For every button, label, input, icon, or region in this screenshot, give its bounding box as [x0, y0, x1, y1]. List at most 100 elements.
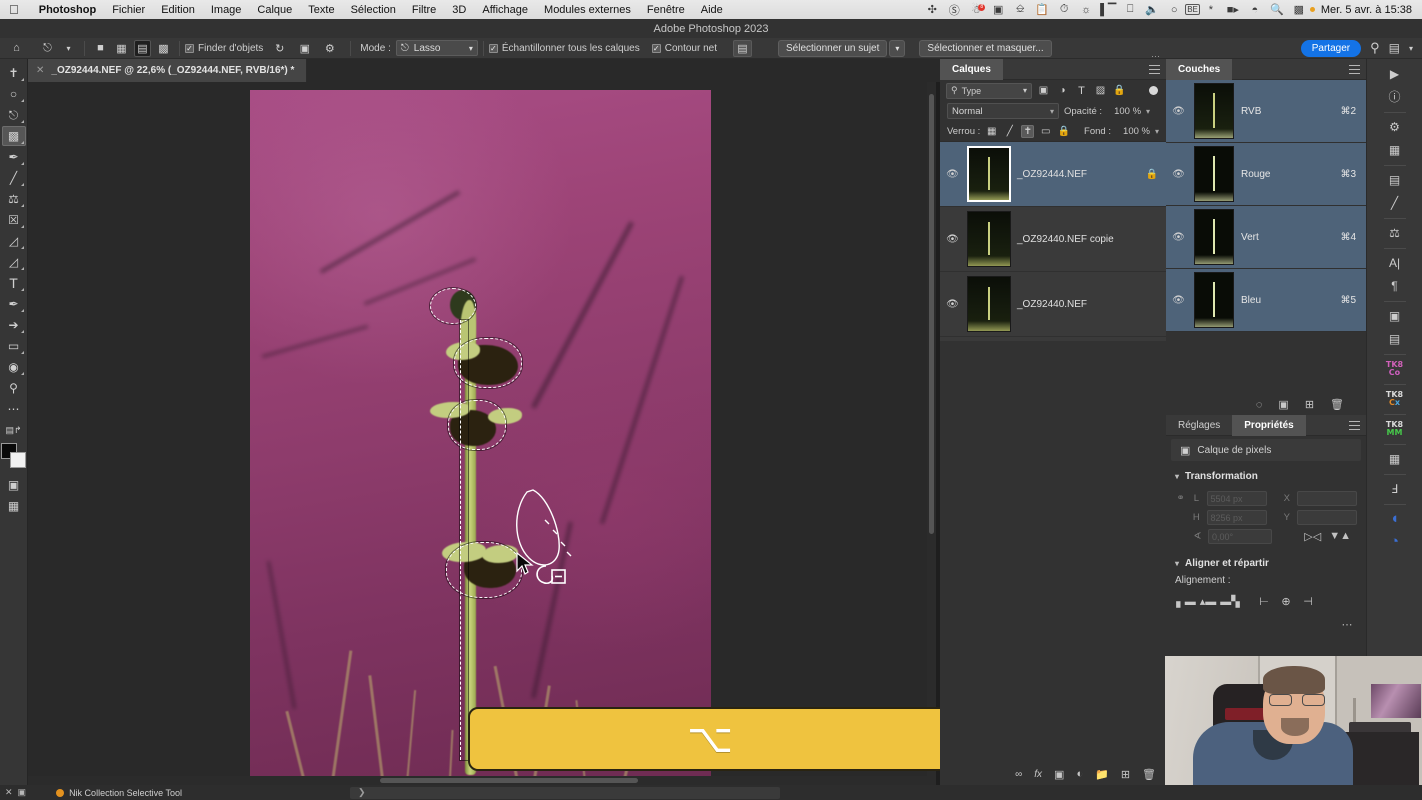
align-vertical-centers-icon[interactable]: ⊕ [1275, 592, 1297, 610]
layer-visibility-icon[interactable]: 👁 [944, 234, 961, 245]
lasso-tool[interactable]: ⎋ [2, 105, 26, 125]
quick-mask-icon[interactable]: ▣ [2, 475, 26, 495]
blue-pie-icon[interactable]: ◔ [1383, 531, 1407, 552]
search-spotlight-alt-icon[interactable]: ☼ [1075, 4, 1097, 16]
section-transformation-header[interactable]: ▾ Transformation [1166, 467, 1366, 485]
spotlight-icon[interactable]: 🔍 [1266, 3, 1288, 16]
new-layer-icon[interactable]: ⊞ [1121, 768, 1130, 781]
save-selection-as-channel-icon[interactable]: ▣ [1278, 398, 1288, 411]
background-color-swatch[interactable] [9, 452, 26, 468]
new-group-icon[interactable]: 📁 [1095, 768, 1109, 781]
path-selection-tool[interactable]: ➔ [2, 315, 26, 335]
volume-icon[interactable]: 🔈 [1141, 3, 1163, 16]
channel-row[interactable]: 👁 Bleu ⌘5 [1166, 269, 1366, 332]
layer-filter-select[interactable]: ⚲ Type ▾ [946, 82, 1032, 99]
layer-visibility-icon[interactable]: 👁 [944, 299, 961, 310]
layer-thumbnail[interactable] [967, 276, 1011, 332]
chevron-down-icon[interactable]: ▾ [1409, 44, 1413, 53]
gradient-tool[interactable]: ◿ [2, 252, 26, 272]
object-finder-checkbox[interactable]: ✓ Finder d'objets [185, 43, 263, 54]
layer-name[interactable]: _OZ92440.NEF copie [1017, 234, 1158, 245]
apple-logo-icon[interactable]:  [9, 3, 19, 16]
blue-circle-icon[interactable]: ◖ [1383, 508, 1407, 529]
width-field[interactable]: 5504 px [1206, 491, 1267, 506]
align-horizontal-centers-icon[interactable]: ▴▬ [1197, 592, 1219, 610]
brush-options-icon[interactable]: ▤ [733, 39, 752, 57]
close-icon[interactable]: ✕ [36, 65, 44, 76]
chevron-down-icon[interactable]: ▾ [1155, 127, 1159, 136]
channel-thumbnail[interactable] [1194, 272, 1234, 328]
canvas-area[interactable] [28, 82, 936, 785]
eraser-tool[interactable]: ◿ [2, 231, 26, 251]
menu-filtre[interactable]: Filtre [404, 4, 444, 16]
channel-visibility-icon[interactable]: 👁 [1170, 169, 1187, 180]
layer-name[interactable]: _OZ92440.NEF [1017, 299, 1158, 310]
filter-shape-icon[interactable]: ▨ [1093, 83, 1108, 98]
libraries-icon[interactable]: ▣ [1383, 305, 1407, 326]
layer-thumbnail[interactable] [967, 146, 1011, 202]
play-actions-icon[interactable]: ▶ [1383, 63, 1407, 84]
new-channel-icon[interactable]: ⊞ [1305, 398, 1314, 411]
healing-brush-tool[interactable]: ✒ [2, 147, 26, 167]
align-right-edges-icon[interactable]: ▬▚ [1219, 592, 1241, 610]
vpn-icon[interactable]: ✣ [921, 3, 943, 16]
refresh-icon[interactable]: ↻ [271, 40, 288, 57]
scrollbar-thumb[interactable] [929, 94, 934, 534]
tk-mm-icon[interactable]: TK8 MM [1383, 418, 1407, 439]
subtract-from-selection-icon[interactable]: ▤ [134, 39, 151, 57]
document-image[interactable] [250, 90, 711, 784]
menu-app-name[interactable]: Photoshop [31, 4, 104, 16]
lock-all-icon[interactable]: 🔒 [1057, 125, 1070, 138]
mode-select[interactable]: ⎋ Lasso ▾ [395, 40, 478, 56]
color-swatches[interactable] [0, 443, 27, 469]
zoom-tool[interactable]: ⚲ [2, 378, 26, 398]
screen-record-icon[interactable]: ▣ [987, 3, 1009, 16]
clone-stamp-tool[interactable]: ⚖ [2, 189, 26, 209]
height-field[interactable]: 8256 px [1206, 510, 1267, 525]
history-brush-tool[interactable]: ☒ [2, 210, 26, 230]
adjustment-layer-icon[interactable]: ◐ [1076, 768, 1083, 780]
flip-vertical-icon[interactable]: ▼▲ [1329, 530, 1351, 543]
lock-image-icon[interactable]: ╱ [1003, 125, 1016, 138]
tab-calques[interactable]: Calques [940, 58, 1003, 80]
sharp-edge-checkbox[interactable]: ✓ Contour net [651, 43, 717, 54]
add-to-selection-icon[interactable]: ▦ [113, 40, 130, 57]
notes-icon[interactable]: ▤ [1383, 328, 1407, 349]
home-icon[interactable]: ⌂ [8, 40, 25, 57]
workspace-icon[interactable]: ▤ [1389, 41, 1400, 55]
menu-affichage[interactable]: Affichage [474, 4, 536, 16]
tk-color-icon[interactable]: TK8 Co [1383, 358, 1407, 379]
clone-source-icon[interactable]: ⚖ [1383, 222, 1407, 243]
load-channel-as-selection-icon[interactable]: ◌ [1256, 399, 1263, 411]
search-icon[interactable]: ⚲ [1370, 40, 1380, 56]
lasso-tool-preset-icon[interactable]: ⎋ [39, 40, 56, 57]
close-panel-icon[interactable]: ✕ [5, 787, 13, 798]
color-palette-icon[interactable]: ⚙ [1383, 116, 1407, 137]
filter-adjustment-icon[interactable]: ◑ [1055, 83, 1070, 98]
show-overlay-icon[interactable]: ▣ [296, 40, 313, 57]
adjustments-sliders-icon[interactable]: ▤ [1383, 169, 1407, 190]
canvas-horizontal-scrollbar[interactable] [28, 776, 927, 785]
panel-collapse-dots-icon[interactable]: ⋯ [1151, 51, 1161, 62]
layer-row[interactable]: 👁 _OZ92444.NEF 🔒 [940, 142, 1166, 207]
expand-panel-icon[interactable]: ▣ [18, 787, 27, 798]
section-align-header[interactable]: ▾ Aligner et répartir [1166, 554, 1366, 572]
tab-couches[interactable]: Couches [1166, 58, 1233, 80]
dnd-icon[interactable]: Ⓢ [943, 2, 965, 18]
flip-horizontal-icon[interactable]: ▷◁ [1304, 530, 1321, 543]
info-icon[interactable]: ⓘ [1383, 86, 1407, 107]
sample-all-layers-checkbox[interactable]: ✓ Échantillonner tous les calques [488, 43, 640, 54]
notif-badge-icon[interactable]: ☃ 8 [965, 3, 987, 16]
share-button[interactable]: Partager [1300, 39, 1362, 57]
tk-cx-icon[interactable]: TK8 Cx [1383, 388, 1407, 409]
select-and-mask-button[interactable]: Sélectionner et masquer... [919, 39, 1052, 57]
status-progress-field[interactable]: ❯ [349, 786, 780, 799]
add-mask-icon[interactable]: ▣ [1054, 768, 1064, 781]
link-layers-icon[interactable]: ∞ [1015, 769, 1022, 780]
delete-channel-icon[interactable]: 🗑 [1330, 398, 1344, 411]
brush-tool[interactable]: ╱ [2, 168, 26, 188]
align-bottom-edges-icon[interactable]: ⊣ [1297, 592, 1319, 610]
battery-icon[interactable]: ■▸ [1222, 3, 1244, 16]
airplay-icon[interactable]: ⎒ [1009, 3, 1031, 16]
menu-image[interactable]: Image [203, 4, 250, 16]
